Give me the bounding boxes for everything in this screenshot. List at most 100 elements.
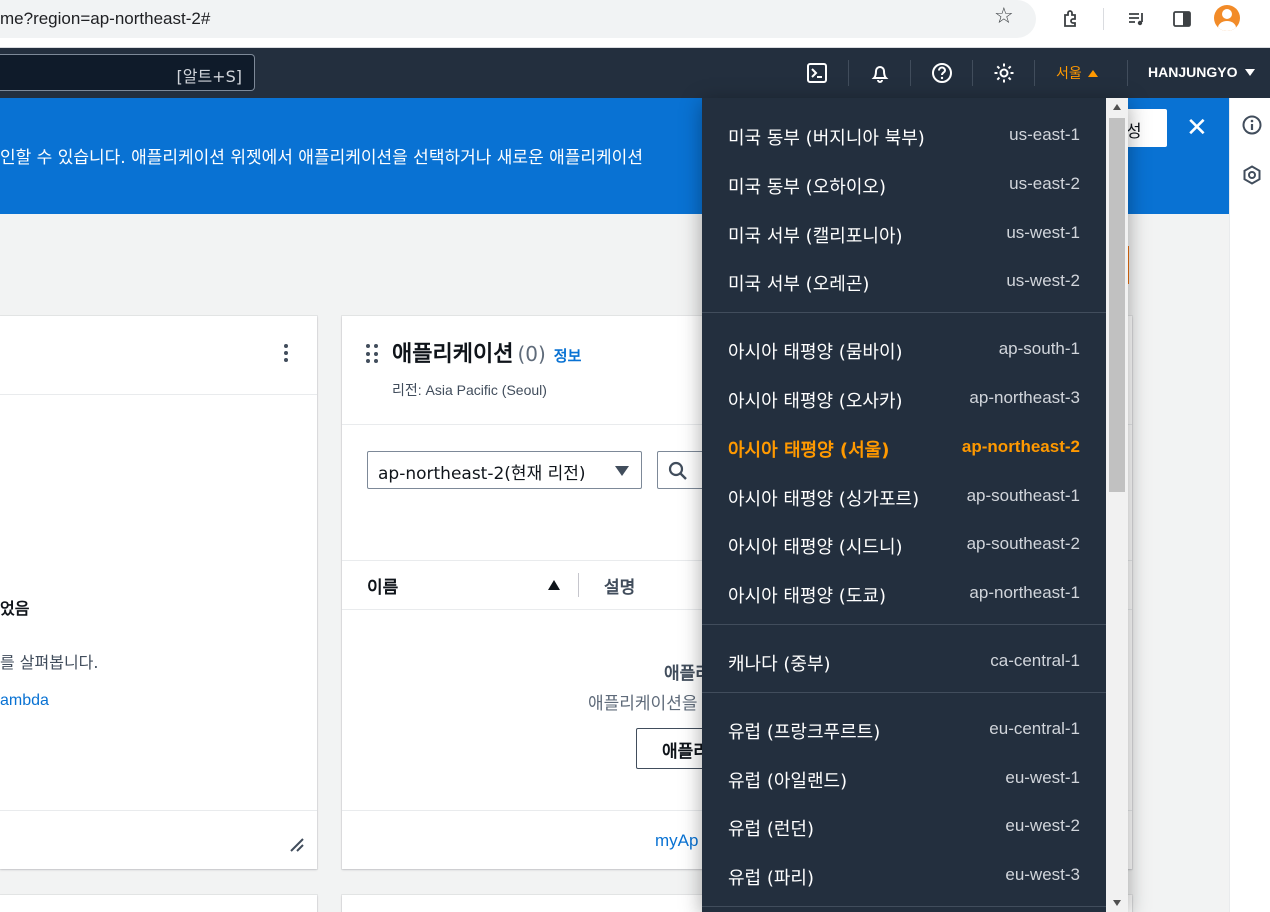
info-link[interactable]: 정보 (554, 347, 582, 365)
my-applications-link[interactable]: myAp (655, 831, 698, 851)
region-group: 미국 동부 (버지니아 북부) us-east-1 미국 동부 (오하이오) us-e… (702, 98, 1106, 314)
region-option-name: 미국 동부 (오하이오) (728, 176, 886, 198)
region-option-code: us-west-1 (1006, 222, 1080, 242)
region-option-us-east-2[interactable]: 미국 동부 (오하이오) us-east-2 (702, 160, 1106, 209)
address-bar-text[interactable]: me?region=ap-northeast-2# (0, 9, 210, 29)
region-option-ap-northeast-2[interactable]: 아시아 태평양 (서울) ap-northeast-2 (702, 423, 1106, 472)
region-option-us-west-1[interactable]: 미국 서부 (캘리포니아) us-west-1 (702, 209, 1106, 258)
application-count: (0) (517, 342, 546, 366)
region-option-name: 아시아 태평양 (도쿄) (728, 586, 886, 608)
region-option-name: 아시아 태평양 (서울) (728, 439, 890, 461)
region-option-eu-west-1[interactable]: 유럽 (아일랜드) eu-west-1 (702, 754, 1106, 803)
notifications-bell-icon[interactable] (868, 61, 892, 85)
region-option-code: us-east-2 (1009, 173, 1080, 193)
region-option-name: 아시아 태평양 (싱가포르) (728, 488, 920, 510)
region-option-ap-northeast-1[interactable]: 아시아 태평양 (도쿄) ap-northeast-1 (702, 569, 1106, 618)
region-option-code: us-east-1 (1009, 125, 1080, 144)
region-option-ca-central-1[interactable]: 캐나다 (중부) ca-central-1 (702, 637, 1106, 686)
drag-handle-icon[interactable] (366, 344, 378, 364)
account-menu-button[interactable]: HANJUNGYO (1148, 64, 1256, 80)
widget-bottom-left (0, 895, 317, 912)
account-name: HANJUNGYO (1148, 64, 1238, 80)
region-option-code: eu-west-2 (1005, 816, 1080, 836)
dropdown-scrollbar[interactable] (1106, 98, 1128, 912)
help-icon[interactable] (930, 61, 954, 85)
region-option-name: 아시아 태평양 (시드니) (728, 537, 903, 559)
region-option-code: ap-southeast-2 (966, 534, 1080, 554)
empty-state-title: 었음 (0, 599, 30, 618)
search-input[interactable]: [알트+S] (0, 54, 255, 91)
scrollbar-thumb[interactable] (1109, 118, 1125, 492)
widget-title: 애플리케이션 (0) 정보 (392, 336, 581, 368)
sort-ascending-icon[interactable] (548, 580, 560, 590)
region-option-name: 미국 서부 (오레곤) (728, 274, 870, 296)
resize-handle-icon[interactable] (288, 836, 304, 852)
region-option-code: ap-northeast-1 (969, 583, 1080, 603)
nav-separator (1034, 60, 1035, 86)
region-option-name: 아시아 태평양 (오사카) (728, 390, 903, 412)
close-icon[interactable]: ✕ (1186, 115, 1208, 141)
region-filter-select[interactable]: ap-northeast-2(현재 리전) (367, 451, 642, 489)
applications-hex-icon[interactable] (1242, 165, 1262, 185)
region-filter-value: ap-northeast-2(현재 리전) (378, 464, 586, 484)
bookmark-star-icon[interactable]: ☆ (994, 4, 1014, 29)
settings-gear-icon[interactable] (992, 61, 1016, 85)
region-dropdown-menu: 미국 동부 (버지니아 북부) us-east-1 미국 동부 (오하이오) us-e… (702, 98, 1128, 912)
region-option-name: 캐나다 (중부) (728, 653, 831, 675)
region-group: 아시아 태평양 (뭄바이) ap-south-1 아시아 태평양 (오사카) ap-n… (702, 313, 1106, 625)
region-option-code: ap-southeast-1 (966, 485, 1080, 505)
column-header-name[interactable]: 이름 (367, 573, 398, 598)
region-option-ap-south-1[interactable]: 아시아 태평양 (뭄바이) ap-south-1 (702, 325, 1106, 374)
region-option-code: us-west-2 (1006, 271, 1080, 291)
region-list: 미국 동부 (버지니아 북부) us-east-1 미국 동부 (오하이오) us-e… (702, 98, 1106, 907)
region-option-ap-southeast-1[interactable]: 아시아 태평양 (싱가포르) ap-southeast-1 (702, 472, 1106, 521)
widget-title-text: 애플리케이션 (392, 342, 514, 367)
nav-separator (972, 60, 973, 86)
banner-message: 인할 수 있습니다. 애플리케이션 위젯에서 애플리케이션을 선택하거나 새로운… (0, 148, 643, 168)
cloudshell-icon[interactable] (805, 61, 829, 85)
caret-down-icon (615, 466, 629, 476)
region-option-name: 유럽 (파리) (728, 868, 815, 890)
region-option-name: 유럽 (런던) (728, 819, 815, 841)
profile-avatar-icon[interactable] (1214, 5, 1240, 31)
column-header-description[interactable]: 설명 (604, 573, 635, 598)
region-option-code: ap-northeast-2 (961, 436, 1080, 456)
empty-state-description: 애플리케이션을 (588, 694, 698, 714)
region-group: 캐나다 (중부) ca-central-1 (702, 625, 1106, 693)
nav-separator (1127, 60, 1128, 86)
region-option-code: eu-west-3 (1005, 865, 1080, 885)
caret-up-icon (1087, 69, 1098, 77)
region-option-eu-west-2[interactable]: 유럽 (런던) eu-west-2 (702, 802, 1106, 851)
region-option-ap-northeast-3[interactable]: 아시아 태평양 (오사카) ap-northeast-3 (702, 374, 1106, 423)
region-option-eu-central-1[interactable]: 유럽 (프랑크푸르트) eu-central-1 (702, 705, 1106, 754)
column-separator (578, 573, 579, 597)
media-queue-icon[interactable] (1124, 6, 1150, 32)
region-option-ap-southeast-2[interactable]: 아시아 태평양 (시드니) ap-southeast-2 (702, 520, 1106, 569)
region-option-name: 유럽 (프랑크푸르트) (728, 721, 881, 743)
divider (0, 810, 317, 811)
region-option-us-west-2[interactable]: 미국 서부 (오레곤) us-west-2 (702, 257, 1106, 306)
extensions-icon[interactable] (1058, 6, 1084, 32)
region-option-code: ca-central-1 (990, 650, 1080, 670)
nav-separator (848, 60, 849, 86)
side-panel-icon[interactable] (1169, 6, 1195, 32)
info-icon[interactable] (1242, 115, 1262, 135)
region-option-name: 유럽 (아일랜드) (728, 770, 848, 792)
banner-action-label: 성 (1126, 122, 1142, 142)
aws-top-nav: [알트+S] 서울 HANJUNGYO (0, 48, 1270, 98)
empty-state-description: 를 살펴봅니다. (0, 653, 99, 672)
lambda-link[interactable]: ambda (0, 692, 49, 710)
address-bar[interactable]: me?region=ap-northeast-2# ☆ (0, 0, 1036, 38)
region-option-us-east-1[interactable]: 미국 동부 (버지니아 북부) us-east-1 (702, 111, 1106, 160)
region-option-name: 미국 서부 (캘리포니아) (728, 225, 903, 247)
scroll-down-arrow-icon[interactable] (1113, 900, 1121, 906)
divider (0, 394, 317, 395)
more-actions-icon[interactable] (280, 342, 292, 366)
region-option-eu-west-3[interactable]: 유럽 (파리) eu-west-3 (702, 851, 1106, 900)
widget-left: 었음 를 살펴봅니다. ambda (0, 316, 317, 869)
scroll-up-arrow-icon[interactable] (1113, 104, 1121, 110)
nav-separator (910, 60, 911, 86)
toolbar-separator (1103, 8, 1104, 30)
region-selector-button[interactable]: 서울 (1056, 63, 1098, 83)
region-option-code: ap-south-1 (998, 339, 1080, 359)
